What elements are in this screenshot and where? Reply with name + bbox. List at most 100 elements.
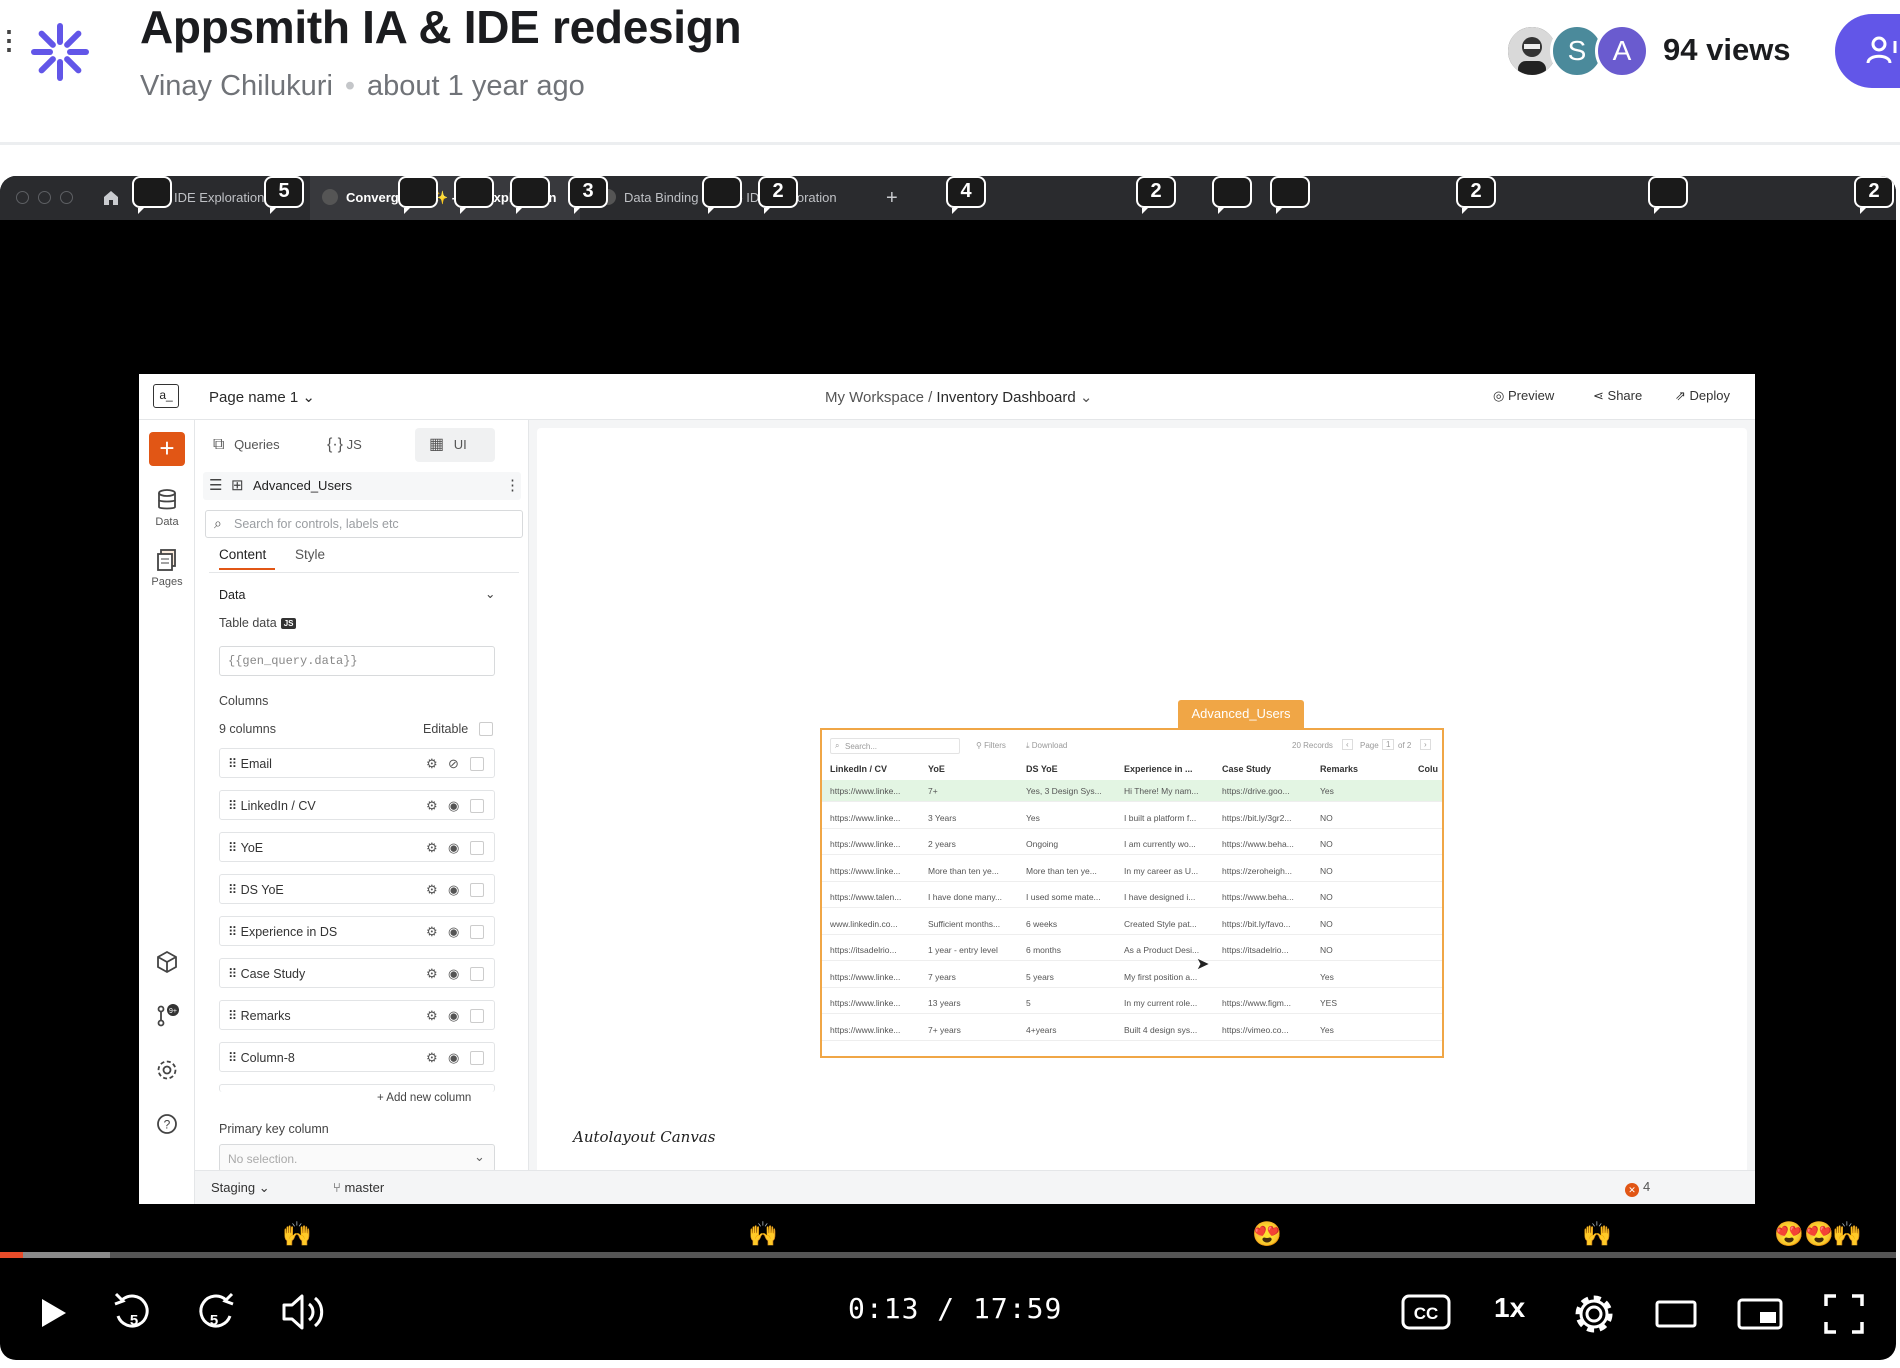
video-meta: Vinay Chilukuri • about 1 year ago — [140, 70, 585, 103]
table-cell: https://www.linke... — [830, 1024, 901, 1035]
buffered-range — [22, 1252, 110, 1258]
table-row: https://www.linke... 7 years 5 years My fir… — [822, 966, 1442, 988]
table-column-header: YoE — [928, 764, 945, 774]
eye-off-icon: ⊘ — [448, 756, 459, 771]
svg-text:9+: 9+ — [169, 1008, 177, 1015]
table-row: https://www.linke... 7+ Yes, 3 Design Sys.… — [822, 780, 1442, 802]
table-cell: https://www.linke... — [830, 786, 901, 796]
page-name-dropdown: Page name 1 ⌄ — [209, 389, 315, 406]
comment-marker[interactable]: 4 — [946, 176, 986, 214]
share-button[interactable] — [1835, 14, 1900, 88]
table-cell: NO — [1320, 892, 1333, 902]
table-cell: I used some mate... — [1026, 892, 1101, 902]
table-row: https://www.linke... More than ten ye... M… — [822, 860, 1442, 882]
table-cell: https://zeroheigh... — [1222, 865, 1292, 876]
cursor-icon: ➤ — [1196, 956, 1210, 973]
picture-in-picture-icon[interactable] — [1736, 1296, 1784, 1332]
table-search-input: ⌕ Search... — [830, 738, 960, 754]
widget-name-tag: Advanced_Users — [1178, 700, 1304, 728]
table-cell: 7 years — [928, 971, 956, 982]
rail-item-pages: Pages — [139, 548, 195, 588]
rewind-5-icon[interactable]: 5 — [110, 1290, 154, 1334]
checkbox — [470, 925, 484, 939]
column-row: ⠿ Remarks ⚙ ◉ — [219, 1000, 495, 1030]
table-cell: https://www.linke... — [830, 998, 901, 1008]
comment-marker[interactable] — [510, 176, 550, 214]
table-cell: Yes — [1320, 1024, 1334, 1035]
table-cell: 7+ years — [928, 1024, 961, 1035]
comment-marker[interactable] — [1270, 176, 1310, 214]
fullscreen-icon[interactable] — [1822, 1292, 1866, 1336]
comment-marker[interactable]: 3 — [568, 176, 608, 214]
table-row: https://www.linke... 2 years Ongoing I am c… — [822, 833, 1442, 855]
filter-icon: ⚲ — [976, 741, 982, 750]
prev-page-icon: ‹ — [1342, 739, 1353, 750]
table-cell: https://bit.ly/favo... — [1222, 918, 1291, 929]
more-options-icon[interactable]: ⋮ — [0, 27, 22, 53]
share-icon: ⋖ — [1593, 388, 1604, 403]
table-cell: https://bit.ly/3gr2... — [1222, 812, 1292, 823]
query-icon: ⧉ — [213, 436, 225, 453]
loom-logo-icon[interactable] — [30, 22, 90, 82]
columns-label: Columns — [219, 694, 269, 708]
comment-marker[interactable] — [1648, 176, 1688, 214]
forward-5-icon[interactable]: 5 — [194, 1290, 238, 1334]
table-cell: https://www.talen... — [830, 892, 902, 902]
chevron-down-icon: ⌄ — [302, 389, 315, 406]
viewer-avatars[interactable]: S A — [1505, 24, 1665, 80]
table-cell: Yes — [1320, 786, 1334, 796]
svg-text:5: 5 — [210, 1312, 218, 1329]
comment-marker[interactable]: 2 — [1456, 176, 1496, 214]
table-column-header: Experience in ... — [1124, 764, 1193, 774]
current-time: 0:13 — [848, 1292, 920, 1325]
comment-marker[interactable]: 2 — [1854, 176, 1894, 214]
progress-bar[interactable] — [0, 1252, 1896, 1258]
author-name[interactable]: Vinay Chilukuri — [140, 70, 333, 102]
column-row: ⠿ YoE ⚙ ◉ — [219, 832, 495, 862]
table-cell: In my career as U... — [1124, 865, 1199, 876]
view-count[interactable]: 94 views — [1663, 32, 1791, 68]
table-column-header: Remarks — [1320, 764, 1359, 774]
table-cell: NO — [1320, 865, 1333, 876]
table-cell: https://www.linke... — [830, 971, 901, 982]
table-cell: In my current role... — [1124, 998, 1198, 1008]
comment-marker[interactable] — [702, 176, 742, 214]
table-data-input: {{gen_query.data}} — [219, 646, 495, 676]
add-column-link: + Add new column — [377, 1092, 472, 1104]
svg-text:CC: CC — [1414, 1304, 1439, 1323]
comment-marker[interactable]: 5 — [264, 176, 304, 214]
gear-icon: ⚙ — [426, 882, 438, 897]
video-player[interactable]: IDE Exploration Convergence ✨ - IDE Expl… — [0, 176, 1896, 1360]
captions-icon[interactable]: CC — [1400, 1292, 1452, 1332]
records-count: 20 Records — [1292, 741, 1333, 750]
settings-gear-icon[interactable] — [1572, 1292, 1616, 1336]
share-app-button: ⋖ Share — [1593, 388, 1643, 403]
window-zoom-dot — [60, 191, 73, 204]
editable-checkbox — [479, 722, 493, 736]
table-column-header: Colu — [1418, 764, 1438, 774]
duration: 17:59 — [973, 1292, 1063, 1325]
comment-marker[interactable] — [398, 176, 438, 214]
comment-marker[interactable] — [454, 176, 494, 214]
gear-icon: ⚙ — [426, 924, 438, 939]
table-cell: NO — [1320, 918, 1333, 929]
comment-marker[interactable] — [132, 176, 172, 214]
raised-hands-emoji: 🙌 — [1832, 1221, 1862, 1248]
table-cell: More than ten ye... — [928, 865, 999, 876]
canvas-label: Autolayout Canvas — [573, 1128, 716, 1146]
table-cell: Hi There! My nam... — [1124, 786, 1199, 796]
table-icon: ⊞ — [231, 477, 244, 494]
table-data-label: Table data JS — [219, 616, 297, 630]
volume-icon[interactable] — [278, 1290, 326, 1334]
comment-marker[interactable]: 2 — [1136, 176, 1176, 214]
playback-speed-button[interactable]: 1x — [1494, 1292, 1525, 1324]
play-icon[interactable] — [36, 1296, 70, 1330]
heart-eyes-emoji: 😍 — [1252, 1221, 1282, 1248]
table-cell: https://itsadelrio... — [830, 945, 897, 955]
comment-marker[interactable]: 2 — [758, 176, 798, 214]
download-icon: ⤓ — [1026, 741, 1030, 750]
heart-eyes-emoji: 😍 — [1804, 1221, 1834, 1248]
theater-mode-icon[interactable] — [1654, 1296, 1698, 1332]
svg-text:5: 5 — [130, 1312, 138, 1329]
comment-marker[interactable] — [1212, 176, 1252, 214]
